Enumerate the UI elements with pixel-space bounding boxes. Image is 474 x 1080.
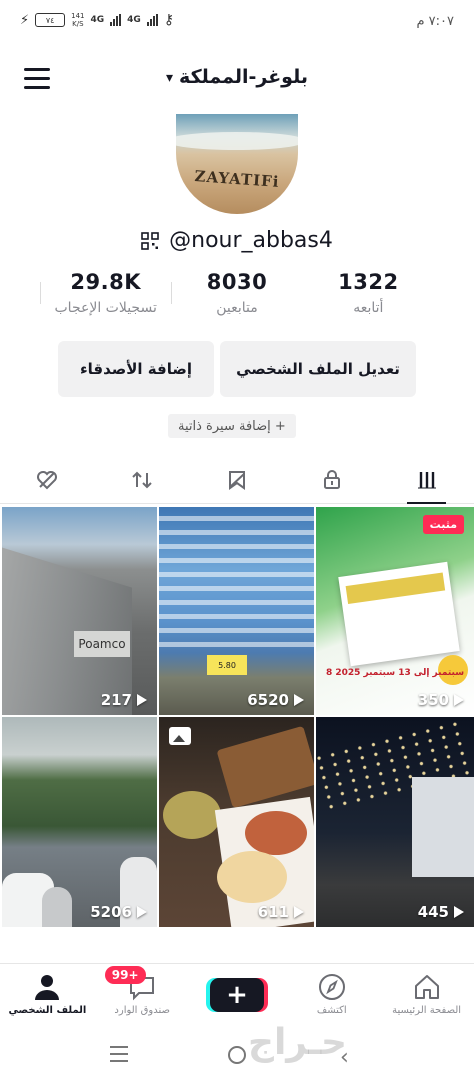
tab-videos[interactable] bbox=[379, 456, 474, 504]
video-grid: Poamco 217 5.80 6520 8 سبتمبر إلى 13 سبت… bbox=[2, 507, 474, 927]
likes-count: 29.8K bbox=[70, 270, 141, 294]
account-switcher[interactable]: بلوغر-المملكة ▾ bbox=[0, 66, 474, 88]
network-speed: 141 K/S bbox=[71, 12, 85, 28]
qr-code-icon[interactable] bbox=[141, 231, 159, 250]
play-icon bbox=[137, 694, 147, 706]
plus-icon: + bbox=[226, 980, 248, 1010]
video-thumbnail[interactable]: Poamco 217 bbox=[2, 507, 157, 715]
followers-label: متابعين bbox=[216, 300, 258, 316]
profile-stats: 1322 أتابعه 8030 متابعين 29.8K تسجيلات ا… bbox=[40, 270, 434, 326]
username: @nour_abbas4 bbox=[169, 228, 333, 253]
sim2-label: 4G bbox=[127, 15, 141, 25]
grid-icon bbox=[417, 471, 436, 488]
tab-favorites[interactable] bbox=[190, 456, 285, 503]
tab-private[interactable] bbox=[284, 456, 379, 503]
inbox-badge: 99+ bbox=[104, 966, 146, 984]
view-count: 611 bbox=[258, 903, 304, 921]
person-icon bbox=[35, 975, 60, 1000]
bolt-icon: ⚡ bbox=[20, 12, 30, 28]
tab-liked[interactable] bbox=[0, 456, 95, 503]
followers-count: 8030 bbox=[206, 270, 268, 294]
battery-icon: ٧٤ bbox=[35, 13, 66, 27]
avatar-text: ZAYATIFi bbox=[194, 167, 280, 191]
nav-home-label: الصفحة الرئيسية bbox=[392, 1005, 462, 1016]
back-icon[interactable]: ‹ bbox=[340, 1045, 349, 1070]
following-label: أتابعه bbox=[353, 300, 384, 316]
view-count: 217 bbox=[101, 691, 147, 709]
home-circle-icon[interactable] bbox=[228, 1046, 246, 1064]
edit-profile-button[interactable]: تعديل الملف الشخصي bbox=[220, 341, 416, 397]
compass-icon bbox=[318, 974, 345, 1000]
avatar[interactable]: ZAYATIFi bbox=[176, 114, 298, 214]
nav-inbox[interactable]: صندوق الوارد 99+ bbox=[95, 964, 190, 1029]
video-thumbnail[interactable]: 445 bbox=[316, 717, 474, 927]
price-tag: 5.80 bbox=[207, 655, 247, 675]
status-time: ٧:٠٧ م bbox=[416, 14, 454, 29]
video-thumbnail[interactable]: 8 سبتمبر إلى 13 سبتمبر 2025 مثبت 350 bbox=[316, 507, 474, 715]
nav-inbox-label: صندوق الوارد bbox=[114, 1005, 170, 1016]
status-icons: ⚡ ٧٤ 141 K/S 4G 4G ⚷ bbox=[20, 12, 174, 28]
play-icon bbox=[454, 906, 464, 918]
stat-likes[interactable]: 29.8K تسجيلات الإعجاب bbox=[40, 270, 171, 326]
video-thumbnail[interactable]: 5.80 6520 bbox=[159, 507, 314, 715]
system-navigation: ‹ bbox=[0, 1034, 474, 1080]
sim1-label: 4G bbox=[90, 15, 105, 25]
play-icon bbox=[294, 906, 304, 918]
view-count: 445 bbox=[418, 903, 464, 921]
signal-icon-1 bbox=[110, 14, 122, 26]
chevron-down-icon: ▾ bbox=[166, 70, 174, 86]
username-row: @nour_abbas4 bbox=[0, 228, 474, 253]
profile-header: بلوغر-المملكة ▾ bbox=[0, 58, 474, 102]
liked-hidden-icon bbox=[37, 470, 58, 489]
photo-icon bbox=[169, 727, 191, 745]
nav-discover-label: اكتشف bbox=[316, 1005, 347, 1016]
view-count: 5206 bbox=[90, 903, 147, 921]
likes-label: تسجيلات الإعجاب bbox=[54, 300, 157, 316]
content-tabs bbox=[0, 456, 474, 504]
home-icon bbox=[414, 975, 439, 999]
add-friends-button[interactable]: إضافة الأصدقاء bbox=[58, 341, 214, 397]
flyer-date: 8 سبتمبر إلى 13 سبتمبر 2025 bbox=[325, 668, 465, 678]
view-count: 6520 bbox=[247, 691, 304, 709]
nav-profile[interactable]: الملف الشخصي bbox=[0, 964, 95, 1029]
tab-reposts[interactable] bbox=[95, 456, 190, 503]
stat-following[interactable]: 1322 أتابعه bbox=[303, 270, 434, 326]
pinned-badge: مثبت bbox=[422, 515, 464, 534]
nav-profile-label: الملف الشخصي bbox=[8, 1005, 87, 1016]
play-icon bbox=[294, 694, 304, 706]
nav-discover[interactable]: اكتشف bbox=[284, 964, 379, 1029]
play-icon bbox=[137, 906, 147, 918]
bookmark-hidden-icon bbox=[228, 470, 245, 490]
recent-apps-icon[interactable] bbox=[110, 1046, 128, 1067]
repost-icon bbox=[132, 471, 152, 488]
nav-create[interactable]: + bbox=[190, 964, 285, 1029]
bottom-navigation: الملف الشخصي صندوق الوارد 99+ + اكتشف ال… bbox=[0, 963, 474, 1029]
lock-icon bbox=[323, 469, 340, 489]
following-count: 1322 bbox=[338, 270, 399, 294]
play-icon bbox=[454, 694, 464, 706]
video-thumbnail[interactable]: 5206 bbox=[2, 717, 157, 927]
signal-icon-2 bbox=[146, 14, 158, 26]
add-bio-button[interactable]: + إضافة سيرة ذاتية bbox=[168, 414, 296, 438]
status-bar: ⚡ ٧٤ 141 K/S 4G 4G ⚷ ٧:٠٧ م bbox=[0, 0, 474, 44]
account-name: بلوغر-المملكة bbox=[179, 66, 308, 88]
key-icon: ⚷ bbox=[163, 12, 175, 28]
create-button[interactable]: + bbox=[209, 978, 264, 1012]
nav-home[interactable]: الصفحة الرئيسية bbox=[379, 964, 474, 1029]
video-thumbnail[interactable]: 611 bbox=[159, 717, 314, 927]
stat-followers[interactable]: 8030 متابعين bbox=[171, 270, 302, 326]
view-count: 350 bbox=[418, 691, 464, 709]
